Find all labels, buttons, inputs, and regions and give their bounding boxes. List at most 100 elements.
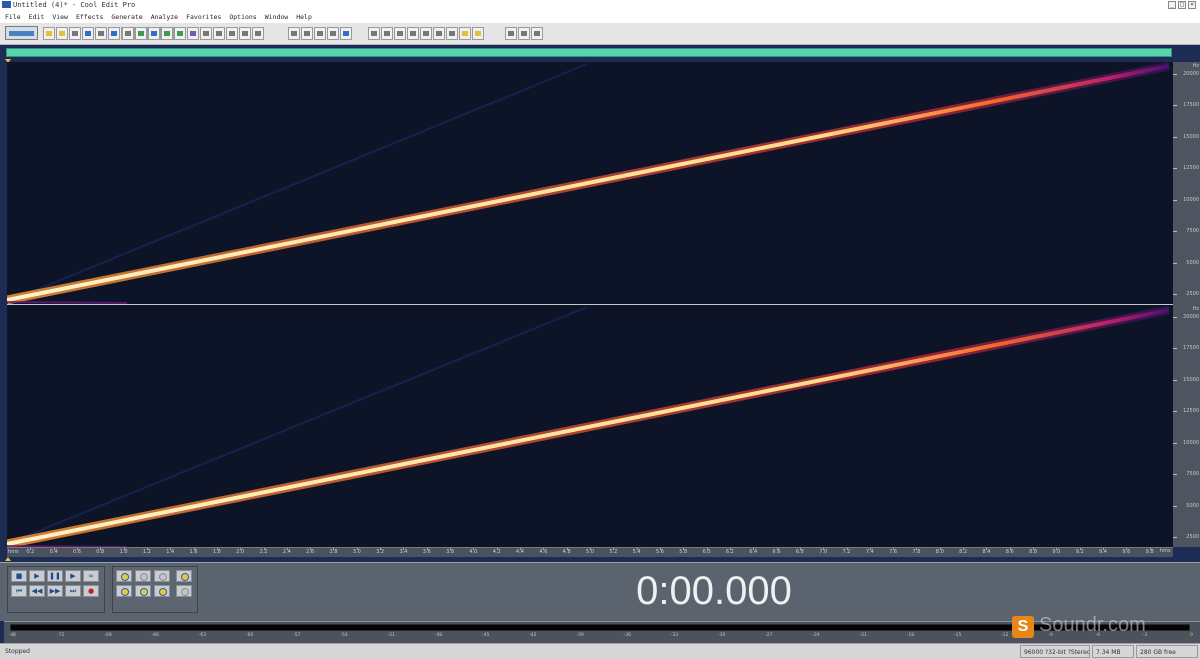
maximize-button[interactable]: □	[1178, 1, 1186, 9]
toolbar-button-16[interactable]	[174, 27, 186, 40]
zoom-left-button[interactable]	[116, 585, 132, 597]
toolbar-button-37[interactable]	[505, 27, 517, 40]
menu-analyze[interactable]: Analyze	[151, 11, 178, 23]
menu-help[interactable]: Help	[296, 11, 312, 23]
toolbar-button-36[interactable]	[472, 27, 484, 40]
time-display: 0:00.000	[636, 569, 792, 613]
close-button[interactable]: ×	[1188, 1, 1196, 9]
toolbar-button-2[interactable]	[56, 27, 68, 40]
loop-button[interactable]: ∞	[83, 570, 99, 582]
toolbar-button-34[interactable]	[446, 27, 458, 40]
toolbar-button-38[interactable]	[518, 27, 530, 40]
fast-forward-button[interactable]: ▶▶	[47, 585, 63, 597]
time-tick	[310, 548, 312, 550]
menu-window[interactable]: Window	[265, 11, 288, 23]
time-tick	[403, 548, 405, 550]
time-tick	[286, 548, 288, 550]
time-tick	[893, 548, 895, 550]
toolbar-button-5[interactable]	[95, 27, 107, 40]
record-button[interactable]: ●	[83, 585, 99, 597]
level-scale-label: dB	[10, 633, 16, 638]
menu-options[interactable]: Options	[229, 11, 256, 23]
zoom-in-horizontal-button[interactable]	[116, 570, 132, 582]
stop-button[interactable]: ■	[11, 570, 27, 582]
sweep-line-bottom	[7, 308, 1170, 546]
hz-label: 20000	[1183, 71, 1199, 77]
hz-tick	[1173, 505, 1177, 507]
time-tick	[263, 548, 265, 550]
pause-button[interactable]: ❚❚	[47, 570, 63, 582]
time-tick	[566, 548, 568, 550]
toolbar-button-18[interactable]	[200, 27, 212, 40]
level-scale-label: -66	[151, 633, 159, 638]
overview-bar[interactable]	[6, 48, 1172, 57]
toolbar-button-4[interactable]	[82, 27, 94, 40]
zoom-in-vertical-button[interactable]	[176, 570, 192, 582]
toolbar-button-21[interactable]	[239, 27, 251, 40]
zoom-out-full-button[interactable]	[154, 570, 170, 582]
frequency-ruler: 20000 17500 15000 12500 10000 7500 5000 2500 Hz …	[1173, 62, 1200, 547]
toolbar-button-26[interactable]	[327, 27, 339, 40]
toolbar-button-33[interactable]	[433, 27, 445, 40]
rewind-button[interactable]: ◀◀	[29, 585, 45, 597]
menu-file[interactable]: File	[5, 11, 21, 23]
go-to-start-button[interactable]: ⏮	[11, 585, 27, 597]
toolbar-button-35[interactable]	[459, 27, 471, 40]
toolbar-button-39[interactable]	[531, 27, 543, 40]
time-ruler-end-label: hms	[1160, 548, 1171, 554]
toolbar-button-19[interactable]	[213, 27, 225, 40]
hz-label: 10000	[1183, 439, 1199, 446]
play-button[interactable]: ▶	[29, 570, 45, 582]
toolbar-button-6[interactable]	[108, 27, 120, 40]
time-tick	[776, 548, 778, 550]
time-tick	[1033, 548, 1035, 550]
time-tick	[450, 548, 452, 550]
minimize-button[interactable]: _	[1168, 1, 1176, 9]
zoom-selection-button[interactable]	[154, 585, 170, 597]
time-tick	[53, 548, 55, 550]
time-tick	[963, 548, 965, 550]
level-scale-label: -72	[57, 633, 65, 638]
multitrack-toggle-button[interactable]	[5, 26, 38, 40]
zoom-right-button[interactable]	[135, 585, 151, 597]
toolbar-button-23[interactable]	[288, 27, 300, 40]
menu-view[interactable]: View	[52, 11, 68, 23]
menu-edit[interactable]: Edit	[29, 11, 45, 23]
toolbar-button-22[interactable]	[252, 27, 264, 40]
hz-tick	[1173, 474, 1177, 476]
hz-tick	[1173, 199, 1177, 201]
toolbar-button-15[interactable]	[161, 27, 173, 40]
toolbar-button-27[interactable]	[340, 27, 352, 40]
hz-label: 5000	[1186, 502, 1199, 509]
zoom-out-horizontal-button[interactable]	[135, 570, 151, 582]
go-to-end-button[interactable]: ⏭	[65, 585, 81, 597]
time-tick	[823, 548, 825, 550]
toolbar-button-31[interactable]	[407, 27, 419, 40]
level-scale-label: -39	[576, 633, 584, 638]
toolbar-button-12[interactable]	[122, 27, 134, 40]
window-title: Untitled (4)* - Cool Edit Pro	[13, 1, 136, 9]
toolbar-button-29[interactable]	[381, 27, 393, 40]
play-to-end-button[interactable]: ▶	[65, 570, 81, 582]
hz-label: 10000	[1183, 196, 1199, 203]
toolbar-button-28[interactable]	[368, 27, 380, 40]
watermark: S Soundr.com	[1012, 614, 1192, 640]
menu-effects[interactable]: Effects	[76, 11, 103, 23]
time-ruler[interactable]: hms 0.2 0.4 0.6 0.8 1.0 1.2 1.4 1.6 1.8 2.0 2.2 2.4…	[7, 547, 1173, 557]
toolbar-button-20[interactable]	[226, 27, 238, 40]
toolbar-button-14[interactable]	[148, 27, 160, 40]
bottom-marker-icon[interactable]	[5, 557, 11, 561]
toolbar-button-24[interactable]	[301, 27, 313, 40]
zoom-out-vertical-button[interactable]	[176, 585, 192, 597]
toolbar-button-25[interactable]	[314, 27, 326, 40]
menu-generate[interactable]: Generate	[111, 11, 142, 23]
level-scale-label: -63	[198, 633, 207, 638]
menu-favorites[interactable]: Favorites	[186, 11, 221, 23]
toolbar-button-1[interactable]	[43, 27, 55, 40]
toolbar-button-13[interactable]	[135, 27, 147, 40]
toolbar-button-32[interactable]	[420, 27, 432, 40]
hz-label: 2500	[1186, 291, 1199, 297]
toolbar-button-17[interactable]	[187, 27, 199, 40]
toolbar-button-3[interactable]	[69, 27, 81, 40]
toolbar-button-30[interactable]	[394, 27, 406, 40]
